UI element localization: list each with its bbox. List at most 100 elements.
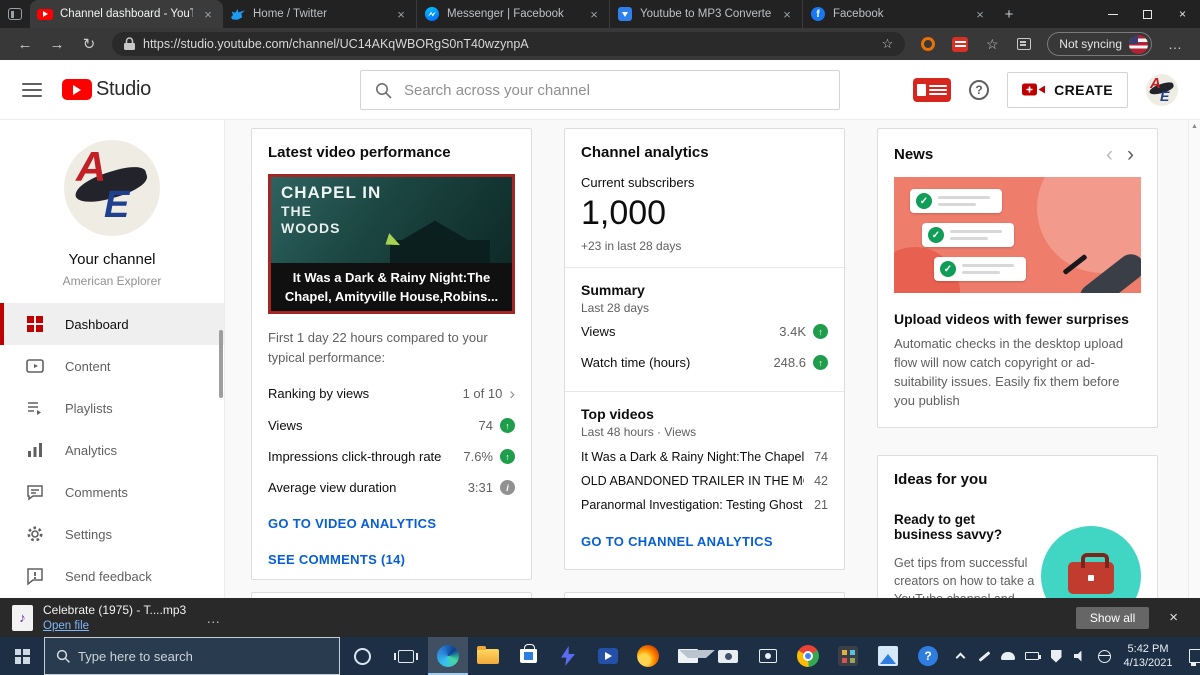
profile-button[interactable]: Not syncing: [1047, 32, 1152, 56]
metric-row-duration[interactable]: Average view duration 3:31 i: [252, 472, 531, 503]
vertical-tabs-icon[interactable]: [0, 0, 30, 28]
sidebar-item-analytics[interactable]: Analytics: [0, 429, 224, 471]
back-icon[interactable]: ←: [10, 30, 40, 58]
taskbar-app-firefox[interactable]: [628, 637, 668, 675]
channel-title: Your channel: [68, 251, 156, 268]
taskbar-app-edge[interactable]: [428, 637, 468, 675]
tab-mp3-converter[interactable]: Youtube to MP3 Converter | ×: [609, 0, 802, 28]
youtube-studio-logo[interactable]: Studio: [62, 78, 151, 101]
sidebar-item-send-feedback[interactable]: Send feedback: [0, 555, 224, 597]
go-to-channel-analytics-link[interactable]: GO TO CHANNEL ANALYTICS: [581, 534, 773, 549]
collections-icon[interactable]: [1009, 30, 1039, 58]
cortana-button[interactable]: [340, 637, 384, 675]
action-center-button[interactable]: [1180, 637, 1200, 675]
see-comments-link[interactable]: SEE COMMENTS (14): [268, 552, 405, 567]
close-icon[interactable]: ×: [200, 7, 216, 22]
refresh-icon[interactable]: ↻: [74, 30, 104, 58]
mail-icon: [678, 649, 698, 663]
taskbar-search-input[interactable]: [78, 648, 328, 664]
tray-onedrive[interactable]: [996, 637, 1020, 675]
account-avatar[interactable]: AE: [1146, 73, 1178, 106]
download-bar-close-icon[interactable]: ×: [1169, 609, 1178, 626]
red-extension-icon[interactable]: [913, 77, 952, 102]
close-icon[interactable]: ×: [586, 7, 602, 22]
favorites-add-icon[interactable]: ☆: [882, 36, 894, 52]
taskbar-search[interactable]: [44, 637, 340, 675]
close-icon[interactable]: ×: [779, 7, 795, 22]
taskbar-app-camera[interactable]: [708, 637, 748, 675]
minimize-button[interactable]: [1095, 0, 1130, 28]
open-file-link[interactable]: Open file: [43, 620, 186, 632]
channel-avatar[interactable]: AE: [64, 140, 160, 236]
task-view-button[interactable]: [384, 637, 428, 675]
go-to-video-analytics-link[interactable]: GO TO VIDEO ANALYTICS: [268, 516, 436, 531]
taskbar-app-store[interactable]: [508, 637, 548, 675]
page-scrollbar[interactable]: ▲: [1188, 120, 1200, 598]
menu-icon[interactable]: [22, 82, 42, 97]
favorites-icon[interactable]: ☆: [977, 30, 1007, 58]
tray-security[interactable]: [1044, 637, 1068, 675]
network-icon: [1097, 649, 1111, 663]
tab-facebook[interactable]: f Facebook ×: [802, 0, 995, 28]
channel-search[interactable]: [360, 70, 840, 110]
taskbar-clock[interactable]: 5:42 PM 4/13/2021: [1116, 642, 1180, 671]
close-icon[interactable]: ×: [393, 7, 409, 22]
forward-icon[interactable]: →: [42, 30, 72, 58]
new-tab-button[interactable]: +: [995, 0, 1023, 28]
address-bar[interactable]: https://studio.youtube.com/channel/UC14A…: [112, 32, 906, 56]
tray-battery[interactable]: [1020, 637, 1044, 675]
download-more-icon[interactable]: …: [206, 610, 221, 626]
taskbar-app-bolt[interactable]: [548, 637, 588, 675]
metric-row-views[interactable]: Views 74 ↑: [252, 410, 531, 441]
summary-row-views[interactable]: Views 3.4K ↑: [565, 317, 844, 346]
sidebar-item-content[interactable]: Content: [0, 345, 224, 387]
more-menu-icon[interactable]: …: [1160, 30, 1190, 58]
summary-title: Summary: [581, 282, 645, 298]
chevron-right-icon[interactable]: ›: [1120, 144, 1141, 165]
top-video-row[interactable]: OLD ABANDONED TRAILER IN THE MOUNT... 42: [565, 469, 844, 493]
show-hidden-icons[interactable]: [948, 637, 972, 675]
sidebar-item-comments[interactable]: Comments: [0, 471, 224, 513]
tray-network[interactable]: [1092, 637, 1116, 675]
sidebar-item-dashboard[interactable]: Dashboard: [0, 303, 224, 345]
learn-more-link[interactable]: LEARN MORE: [894, 425, 984, 427]
taskbar-app-dark[interactable]: [828, 637, 868, 675]
sidebar-scrollbar[interactable]: [219, 330, 223, 398]
close-icon[interactable]: ×: [972, 7, 988, 22]
playlists-icon: [25, 398, 45, 418]
scroll-up-icon[interactable]: ▲: [1189, 120, 1200, 133]
tray-volume[interactable]: [1068, 637, 1092, 675]
help-icon[interactable]: ?: [969, 79, 990, 100]
extension-ring-icon[interactable]: [913, 30, 943, 58]
subscribers-delta: +23 in last 28 days: [581, 239, 682, 253]
taskbar-app-mail[interactable]: [668, 637, 708, 675]
metric-row-ranking[interactable]: Ranking by views 1 of 10 ›: [252, 377, 531, 410]
video-thumbnail[interactable]: CHAPEL IN THE WOODS It Was a Dark & Rain…: [268, 174, 515, 314]
chevron-left-icon[interactable]: ‹: [1099, 144, 1120, 165]
taskbar-app-speaker[interactable]: [748, 637, 788, 675]
search-input[interactable]: [404, 81, 825, 99]
show-all-button[interactable]: Show all: [1075, 606, 1150, 629]
window-close-button[interactable]: ×: [1165, 0, 1200, 28]
summary-row-watchtime[interactable]: Watch time (hours) 248.6 ↑: [565, 348, 844, 377]
taskbar-app-get-help[interactable]: ?: [908, 637, 948, 675]
top-video-row[interactable]: Paranormal Investigation: Testing Ghost …: [565, 493, 844, 517]
url-text: https://studio.youtube.com/channel/UC14A…: [143, 37, 529, 51]
channel-name: American Explorer: [62, 274, 162, 288]
taskbar-app-chrome[interactable]: [788, 637, 828, 675]
extension-red-icon[interactable]: [945, 30, 975, 58]
tray-pen[interactable]: [972, 637, 996, 675]
top-video-row[interactable]: It Was a Dark & Rainy Night:The Chapel, …: [565, 445, 844, 469]
metric-row-ctr[interactable]: Impressions click-through rate 7.6% ↑: [252, 441, 531, 472]
taskbar-app-photos[interactable]: [868, 637, 908, 675]
start-button[interactable]: [0, 637, 44, 675]
sidebar-item-settings[interactable]: Settings: [0, 513, 224, 555]
taskbar-app-file-explorer[interactable]: [468, 637, 508, 675]
create-button[interactable]: CREATE: [1007, 71, 1128, 108]
maximize-button[interactable]: [1130, 0, 1165, 28]
taskbar-app-movies[interactable]: [588, 637, 628, 675]
tab-channel-dashboard[interactable]: Channel dashboard - YouTub ×: [30, 0, 223, 28]
sidebar-item-playlists[interactable]: Playlists: [0, 387, 224, 429]
tab-twitter[interactable]: Home / Twitter ×: [223, 0, 416, 28]
tab-messenger[interactable]: Messenger | Facebook ×: [416, 0, 609, 28]
